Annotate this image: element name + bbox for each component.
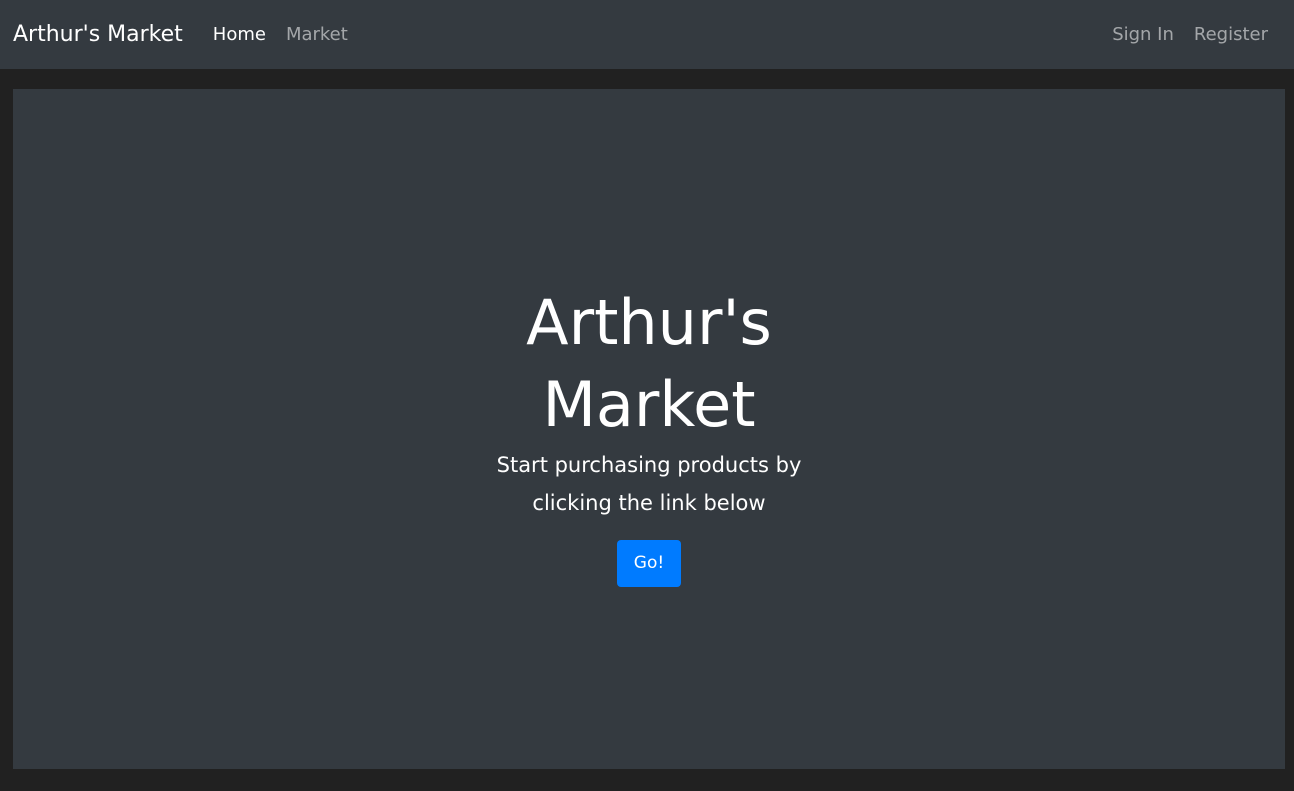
brand-link[interactable]: Arthur's Market (13, 22, 183, 47)
top-navbar: Arthur's Market Home Market Sign In Regi… (0, 0, 1294, 69)
nav-right-group: Sign In Register (1102, 24, 1278, 45)
go-button[interactable]: Go! (617, 539, 681, 587)
nav-sign-in-link[interactable]: Sign In (1102, 24, 1184, 45)
hero-subtitle: Start purchasing products by clicking th… (496, 452, 802, 515)
hero-title: Arthur's Market (526, 285, 772, 441)
nav-home-link[interactable]: Home (203, 24, 276, 45)
hero-panel: Arthur's Market Start purchasing product… (13, 89, 1285, 769)
nav-market-link[interactable]: Market (276, 24, 358, 45)
nav-left-group: Home Market (203, 24, 358, 45)
nav-register-link[interactable]: Register (1184, 24, 1278, 45)
